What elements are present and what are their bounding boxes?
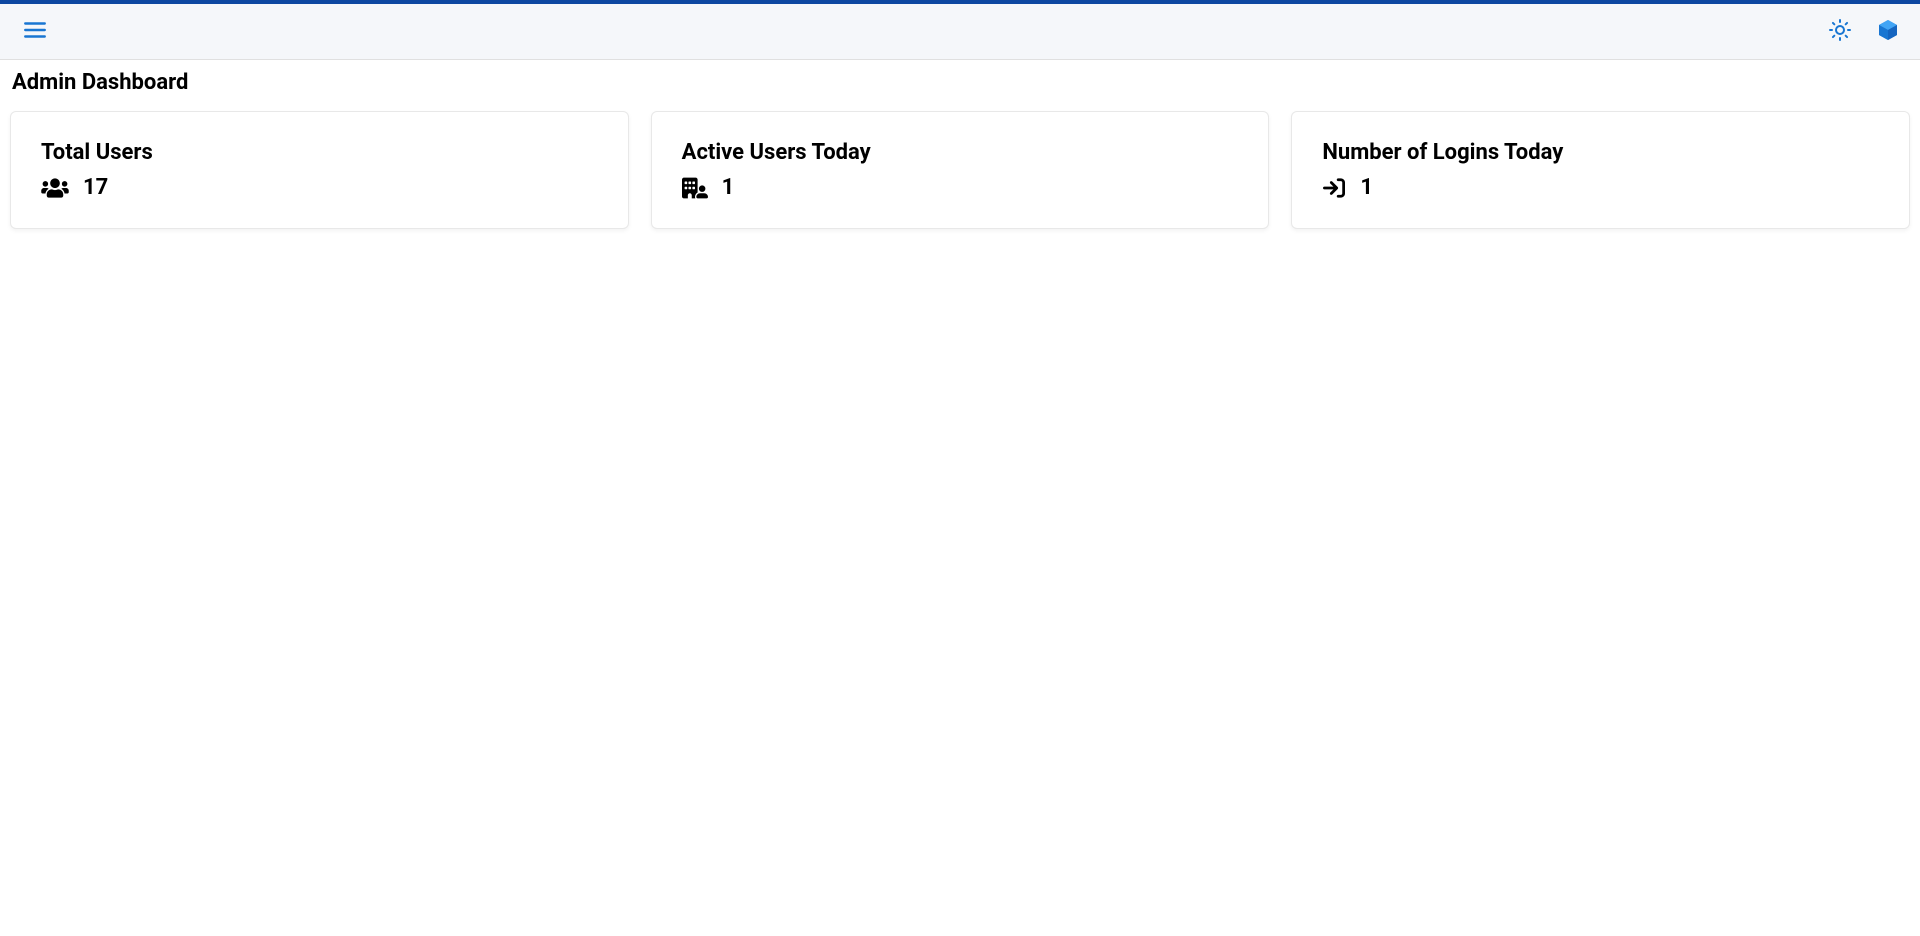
card-active-users: Active Users Today 1 [651,111,1270,229]
card-value-row: 1 [682,175,1239,200]
card-title: Total Users [41,140,598,165]
users-icon [41,177,69,199]
cards-row: Total Users 17 Active Users Today 1 [10,111,1910,229]
card-value-row: 1 [1322,175,1879,200]
hamburger-icon [22,17,48,46]
header-left [16,11,54,52]
card-value: 1 [1360,175,1373,200]
login-icon [1322,177,1346,199]
menu-button[interactable] [16,11,54,52]
main-content: Admin Dashboard Total Users 17 Active Us… [0,60,1920,239]
cube-icon [1876,18,1900,45]
header-right [1824,14,1904,49]
card-title: Number of Logins Today [1322,140,1879,165]
card-logins: Number of Logins Today 1 [1291,111,1910,229]
building-user-icon [682,177,708,199]
sun-icon [1828,18,1852,45]
card-value-row: 17 [41,175,598,200]
page-title: Admin Dashboard [10,70,1910,95]
theme-toggle-button[interactable] [1824,14,1856,49]
card-value: 1 [722,175,735,200]
header [0,4,1920,60]
card-total-users: Total Users 17 [10,111,629,229]
card-title: Active Users Today [682,140,1239,165]
card-value: 17 [83,175,108,200]
cube-button[interactable] [1872,14,1904,49]
